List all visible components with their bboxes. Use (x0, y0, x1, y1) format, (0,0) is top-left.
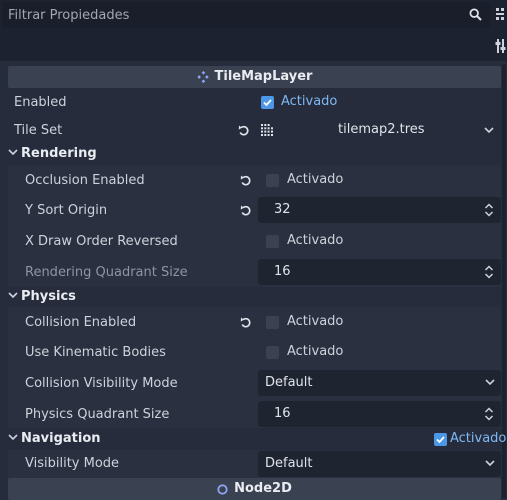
revert-icon[interactable] (239, 316, 253, 330)
checkbox-label[interactable]: Activado (287, 233, 343, 248)
property-row-collision-visibility-mode: Collision Visibility Mode Default (0, 368, 501, 399)
collision-enabled-checkbox[interactable] (266, 316, 279, 329)
filter-properties-input[interactable] (8, 6, 458, 24)
navigation-enabled-checkbox[interactable] (434, 433, 447, 446)
property-label: Rendering Quadrant Size (25, 265, 188, 280)
revert-icon[interactable] (239, 204, 253, 218)
object-history-button[interactable] (493, 2, 507, 28)
section-label: Rendering (21, 146, 97, 161)
chevron-down-icon (485, 460, 495, 467)
spinbox-arrows-icon[interactable] (484, 265, 494, 279)
property-row-x-draw-order-reversed: X Draw Order Reversed Activado (0, 226, 501, 257)
checkbox-label[interactable]: Activado (287, 314, 343, 329)
chevron-down-icon (8, 292, 18, 299)
navigation-enabled-label[interactable]: Activado (450, 428, 506, 450)
property-label: X Draw Order Reversed (25, 234, 178, 249)
chevron-down-icon (485, 379, 495, 386)
section-header-navigation[interactable]: Navigation Activado (0, 428, 506, 450)
use-kinematic-bodies-checkbox[interactable] (266, 346, 279, 359)
section-label: Navigation (21, 431, 101, 446)
spinbox-value: 32 (274, 202, 291, 217)
property-row-occlusion-enabled: Occlusion Enabled Activado (0, 165, 501, 196)
revert-icon[interactable] (237, 124, 251, 138)
collision-visibility-mode-dropdown[interactable]: Default (258, 370, 501, 396)
property-label-tile-set: Tile Set (14, 123, 63, 138)
property-label: Occlusion Enabled (25, 173, 145, 188)
search-icon (469, 8, 482, 21)
property-label: Y Sort Origin (25, 203, 108, 218)
section-header-physics[interactable]: Physics (0, 286, 501, 308)
checkbox-label[interactable]: Activado (287, 172, 343, 187)
chevron-down-icon[interactable] (484, 127, 494, 134)
class-header-label: TileMapLayer (214, 69, 313, 84)
property-tools-button[interactable] (493, 31, 507, 61)
tile-set-resource-button[interactable]: tilemap2.tres (338, 122, 425, 137)
occlusion-enabled-checkbox[interactable] (266, 174, 279, 187)
section-label: Physics (21, 289, 76, 304)
spinbox-arrows-icon[interactable] (484, 407, 494, 421)
property-row-collision-enabled: Collision Enabled Activado (0, 307, 501, 338)
property-row-tile-set: Tile Set tilemap2.tres (0, 115, 501, 146)
tileset-icon (261, 124, 273, 136)
property-row-use-kinematic-bodies: Use Kinematic Bodies Activado (0, 337, 501, 368)
property-label: Collision Visibility Mode (25, 376, 178, 391)
class-header-node2d: Node2D (8, 478, 501, 500)
property-label: Collision Enabled (25, 315, 137, 330)
spinbox-value: 16 (274, 264, 291, 279)
property-row-rendering-quadrant-size: Rendering Quadrant Size 16 (0, 257, 501, 288)
filter-properties-field[interactable] (2, 2, 490, 28)
y-sort-origin-spinbox[interactable]: 32 (258, 197, 501, 223)
node2d-icon (217, 483, 228, 495)
property-label-enabled: Enabled (14, 95, 67, 110)
spinbox-value: 16 (274, 406, 291, 421)
property-label: Physics Quadrant Size (25, 407, 170, 422)
property-row-enabled: Enabled Activado (0, 87, 501, 118)
x-draw-order-reversed-checkbox[interactable] (266, 235, 279, 248)
class-header-label: Node2D (234, 481, 292, 496)
class-header-tilemaplayer: TileMapLayer (8, 66, 501, 88)
enabled-checkbox[interactable] (261, 96, 274, 109)
property-row-physics-quadrant-size: Physics Quadrant Size 16 (0, 399, 501, 430)
checkbox-label[interactable]: Activado (287, 344, 343, 359)
chevron-down-icon (8, 434, 18, 441)
enabled-checkbox-label[interactable]: Activado (281, 94, 337, 109)
dropdown-value: Default (265, 456, 313, 471)
filter-bar (0, 31, 507, 61)
section-header-rendering[interactable]: Rendering (0, 143, 501, 165)
revert-icon[interactable] (239, 174, 253, 188)
rendering-quadrant-size-spinbox[interactable]: 16 (258, 259, 501, 285)
property-label: Visibility Mode (25, 456, 120, 471)
property-row-visibility-mode: Visibility Mode Default (0, 449, 501, 478)
property-row-y-sort-origin: Y Sort Origin 32 (0, 195, 501, 226)
tilemaplayer-icon (196, 71, 209, 83)
dropdown-value: Default (265, 375, 313, 390)
physics-quadrant-size-spinbox[interactable]: 16 (258, 401, 501, 427)
property-label: Use Kinematic Bodies (25, 345, 166, 360)
visibility-mode-dropdown[interactable]: Default (258, 451, 501, 477)
spinbox-arrows-icon[interactable] (484, 203, 494, 217)
chevron-down-icon (8, 149, 18, 156)
